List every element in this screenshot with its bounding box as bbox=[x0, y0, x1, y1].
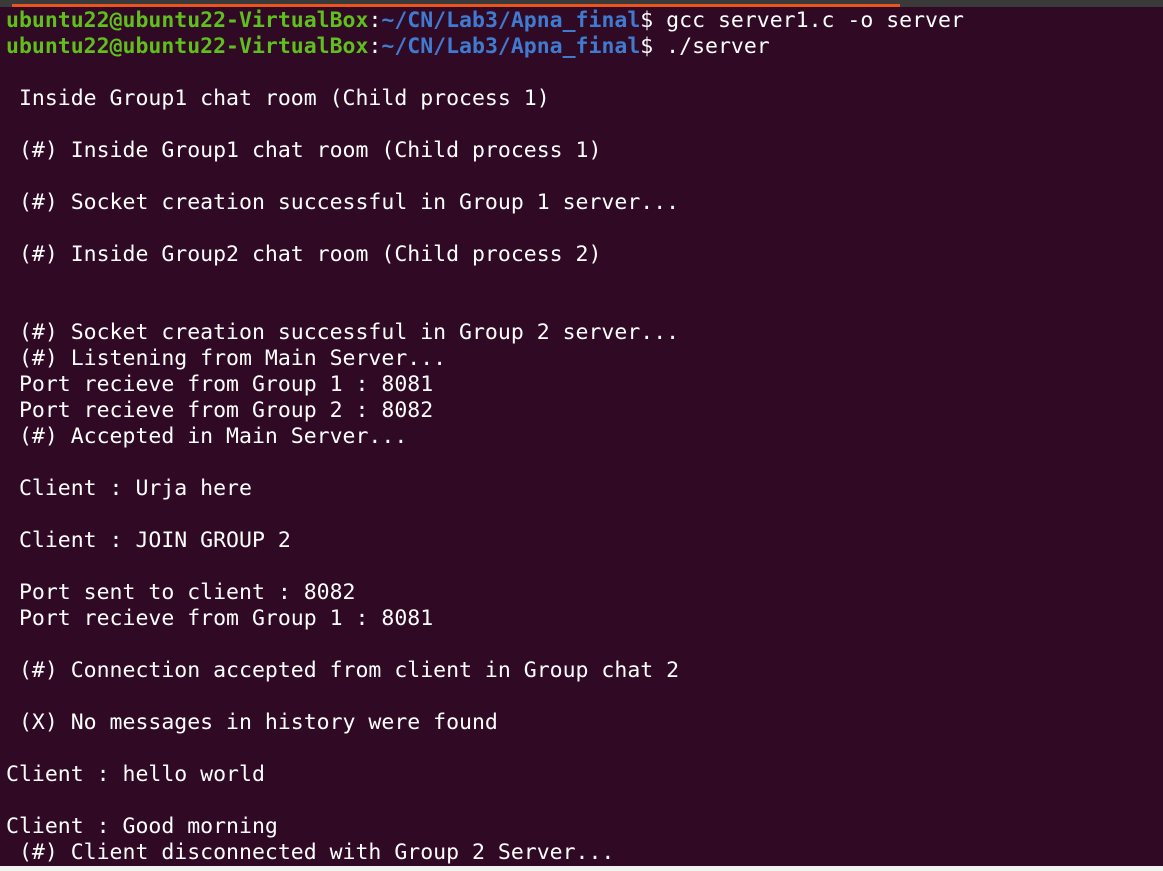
output-line: Client : Good morning bbox=[6, 814, 278, 839]
prompt-separator: : bbox=[368, 8, 382, 33]
terminal-lines: ubuntu22@ubuntu22-VirtualBox:~/CN/Lab3/A… bbox=[6, 8, 964, 866]
output-line: Client : Urja here bbox=[6, 476, 252, 501]
prompt-user-host: ubuntu22@ubuntu22-VirtualBox bbox=[6, 8, 369, 33]
prompt-path: ~/CN/Lab3/Apna_final bbox=[381, 34, 641, 59]
output-line: Port recieve from Group 2 : 8082 bbox=[6, 398, 434, 423]
prompt-separator: : bbox=[368, 34, 382, 59]
window-frame: ubuntu22@ubuntu22-VirtualBox:~/CN/Lab3/A… bbox=[0, 0, 1163, 871]
prompt-line: ubuntu22@ubuntu22-VirtualBox:~/CN/Lab3/A… bbox=[6, 34, 964, 60]
prompt-symbol: $ bbox=[640, 8, 654, 33]
prompt-symbol: $ bbox=[640, 34, 654, 59]
output-line: (X) No messages in history were found bbox=[6, 710, 498, 735]
output-line: (#) Listening from Main Server... bbox=[6, 346, 447, 371]
prompt-user-host: ubuntu22@ubuntu22-VirtualBox bbox=[6, 34, 369, 59]
command-text: ./server bbox=[653, 34, 770, 59]
output-line: (#) Client disconnected with Group 2 Ser… bbox=[6, 840, 615, 865]
output-line: (#) Inside Group2 chat room (Child proce… bbox=[6, 242, 602, 267]
output-line: Port sent to client : 8082 bbox=[6, 580, 356, 605]
output-line: (#) Socket creation successful in Group … bbox=[6, 320, 680, 345]
prompt-line: ubuntu22@ubuntu22-VirtualBox:~/CN/Lab3/A… bbox=[6, 8, 964, 34]
output-line: Client : hello world bbox=[6, 762, 265, 787]
output-line: Inside Group1 chat room (Child process 1… bbox=[6, 86, 550, 111]
output-line: (#) Accepted in Main Server... bbox=[6, 424, 408, 449]
output-line: (#) Socket creation successful in Group … bbox=[6, 190, 680, 215]
output-line: Port recieve from Group 1 : 8081 bbox=[6, 606, 434, 631]
output-line: (#) Inside Group1 chat room (Child proce… bbox=[6, 138, 602, 163]
terminal-tab-strip[interactable] bbox=[0, 0, 1163, 7]
output-line: (#) Connection accepted from client in G… bbox=[6, 658, 680, 683]
output-line: Client : JOIN GROUP 2 bbox=[6, 528, 291, 553]
prompt-path: ~/CN/Lab3/Apna_final bbox=[381, 8, 641, 33]
output-line: Port recieve from Group 1 : 8081 bbox=[6, 372, 434, 397]
terminal-output-area[interactable]: ubuntu22@ubuntu22-VirtualBox:~/CN/Lab3/A… bbox=[0, 7, 1163, 866]
command-text: gcc server1.c -o server bbox=[653, 8, 964, 33]
